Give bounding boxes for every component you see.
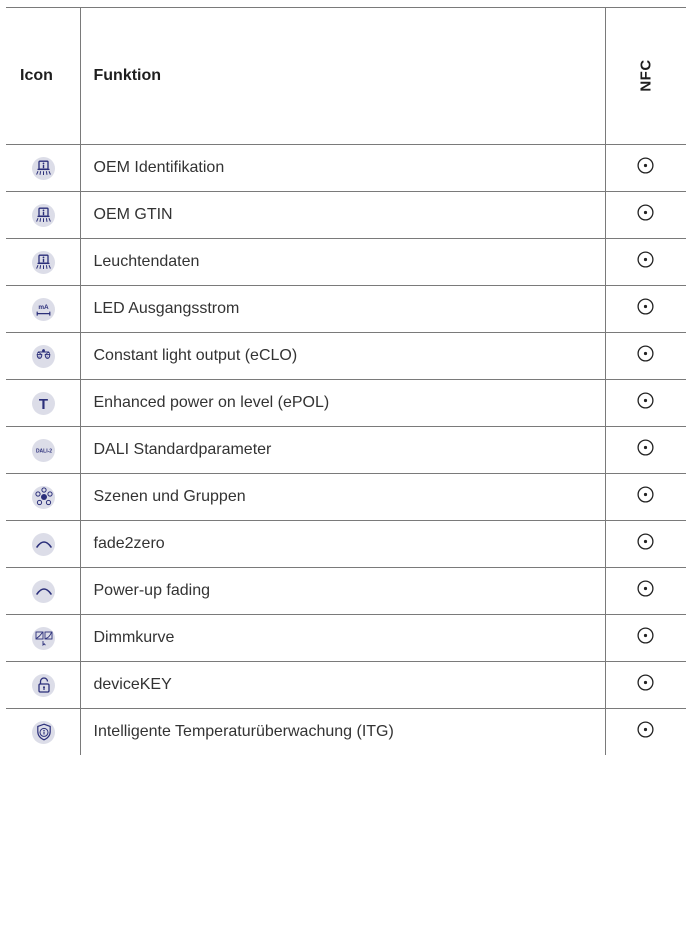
nfc-supported-icon	[637, 157, 654, 179]
luminaire-info-icon	[32, 156, 56, 180]
header-function: Funktion	[79, 7, 605, 145]
row-nfc-cell	[604, 379, 686, 427]
shield-info-icon	[32, 720, 56, 744]
table-row: mA LED Ausgangsstrom	[6, 285, 686, 333]
fade-curve-icon	[32, 579, 56, 603]
table-row: deviceKEY	[6, 661, 686, 709]
row-function-label: Enhanced power on level (ePOL)	[79, 379, 605, 427]
table-row: Szenen und Gruppen	[6, 473, 686, 521]
table-row: T Enhanced power on level (ePOL)	[6, 379, 686, 427]
header-nfc: NFC	[604, 7, 686, 145]
header-nfc-label: NFC	[637, 59, 655, 92]
row-function-label: OEM Identifikation	[79, 144, 605, 192]
row-icon-cell	[6, 661, 80, 709]
row-icon-cell: mA	[6, 285, 80, 333]
nfc-supported-icon	[637, 251, 654, 273]
dali-2-icon: DALI-2	[32, 438, 56, 462]
nfc-supported-icon	[637, 674, 654, 696]
row-nfc-cell	[604, 191, 686, 239]
nfc-supported-icon	[637, 439, 654, 461]
row-nfc-cell	[604, 426, 686, 474]
header-icon: Icon	[6, 7, 80, 145]
table-row: Power-up fading	[6, 567, 686, 615]
row-nfc-cell	[604, 332, 686, 380]
table-row: Leuchtendaten	[6, 238, 686, 286]
nfc-supported-icon	[637, 392, 654, 414]
row-function-label: Constant light output (eCLO)	[79, 332, 605, 380]
row-icon-cell: % h	[6, 332, 80, 380]
row-icon-cell: DALI-2	[6, 426, 80, 474]
nfc-supported-icon	[637, 204, 654, 226]
nfc-supported-icon	[637, 533, 654, 555]
row-function-label: Leuchtendaten	[79, 238, 605, 286]
nfc-supported-icon	[637, 486, 654, 508]
row-nfc-cell	[604, 473, 686, 521]
row-icon-cell	[6, 473, 80, 521]
row-function-label: Power-up fading	[79, 567, 605, 615]
row-icon-cell: T	[6, 379, 80, 427]
row-function-label: Szenen und Gruppen	[79, 473, 605, 521]
row-icon-cell	[6, 520, 80, 568]
row-nfc-cell	[604, 614, 686, 662]
row-nfc-cell	[604, 144, 686, 192]
padlock-icon	[32, 673, 56, 697]
nfc-supported-icon	[637, 345, 654, 367]
table-row: DALI-2 DALI Standardparameter	[6, 426, 686, 474]
row-nfc-cell	[604, 238, 686, 286]
svg-text:T: T	[39, 396, 48, 413]
row-nfc-cell	[604, 567, 686, 615]
table-row: Intelligente Temperaturüberwachung (ITG)	[6, 708, 686, 755]
table-row: fade2zero	[6, 520, 686, 568]
dimming-curve-icon	[32, 626, 56, 650]
svg-text:%: %	[38, 355, 41, 359]
row-icon-cell	[6, 708, 80, 755]
table-row: Dimmkurve	[6, 614, 686, 662]
fade-curve-icon	[32, 532, 56, 556]
row-icon-cell	[6, 238, 80, 286]
row-function-label: OEM GTIN	[79, 191, 605, 239]
output-current-icon: mA	[32, 297, 56, 321]
row-nfc-cell	[604, 708, 686, 755]
feature-table: Icon Funktion NFC OEM Identifikation OEM…	[6, 7, 686, 755]
row-function-label: Dimmkurve	[79, 614, 605, 662]
row-function-label: Intelligente Temperaturüberwachung (ITG)	[79, 708, 605, 755]
scenes-groups-icon	[32, 485, 56, 509]
row-icon-cell	[6, 614, 80, 662]
constant-light-output-icon: % h	[32, 344, 56, 368]
luminaire-info-icon	[32, 203, 56, 227]
table-row: OEM Identifikation	[6, 144, 686, 192]
row-nfc-cell	[604, 520, 686, 568]
row-function-label: deviceKEY	[79, 661, 605, 709]
table-row: OEM GTIN	[6, 191, 686, 239]
row-function-label: fade2zero	[79, 520, 605, 568]
svg-text:mA: mA	[39, 304, 50, 311]
nfc-supported-icon	[637, 721, 654, 743]
nfc-supported-icon	[637, 298, 654, 320]
nfc-supported-icon	[637, 580, 654, 602]
table-header-row: Icon Funktion NFC	[6, 7, 686, 145]
row-icon-cell	[6, 191, 80, 239]
table-row: % h Constant light output (eCLO)	[6, 332, 686, 380]
row-function-label: DALI Standardparameter	[79, 426, 605, 474]
row-nfc-cell	[604, 661, 686, 709]
row-function-label: LED Ausgangsstrom	[79, 285, 605, 333]
row-icon-cell	[6, 567, 80, 615]
luminaire-info-icon	[32, 250, 56, 274]
svg-text:DALI-2: DALI-2	[36, 448, 52, 454]
row-icon-cell	[6, 144, 80, 192]
nfc-supported-icon	[637, 627, 654, 649]
table-body: OEM Identifikation OEM GTIN Leuchtendate…	[6, 144, 686, 755]
row-nfc-cell	[604, 285, 686, 333]
power-on-level-icon: T	[32, 391, 56, 415]
